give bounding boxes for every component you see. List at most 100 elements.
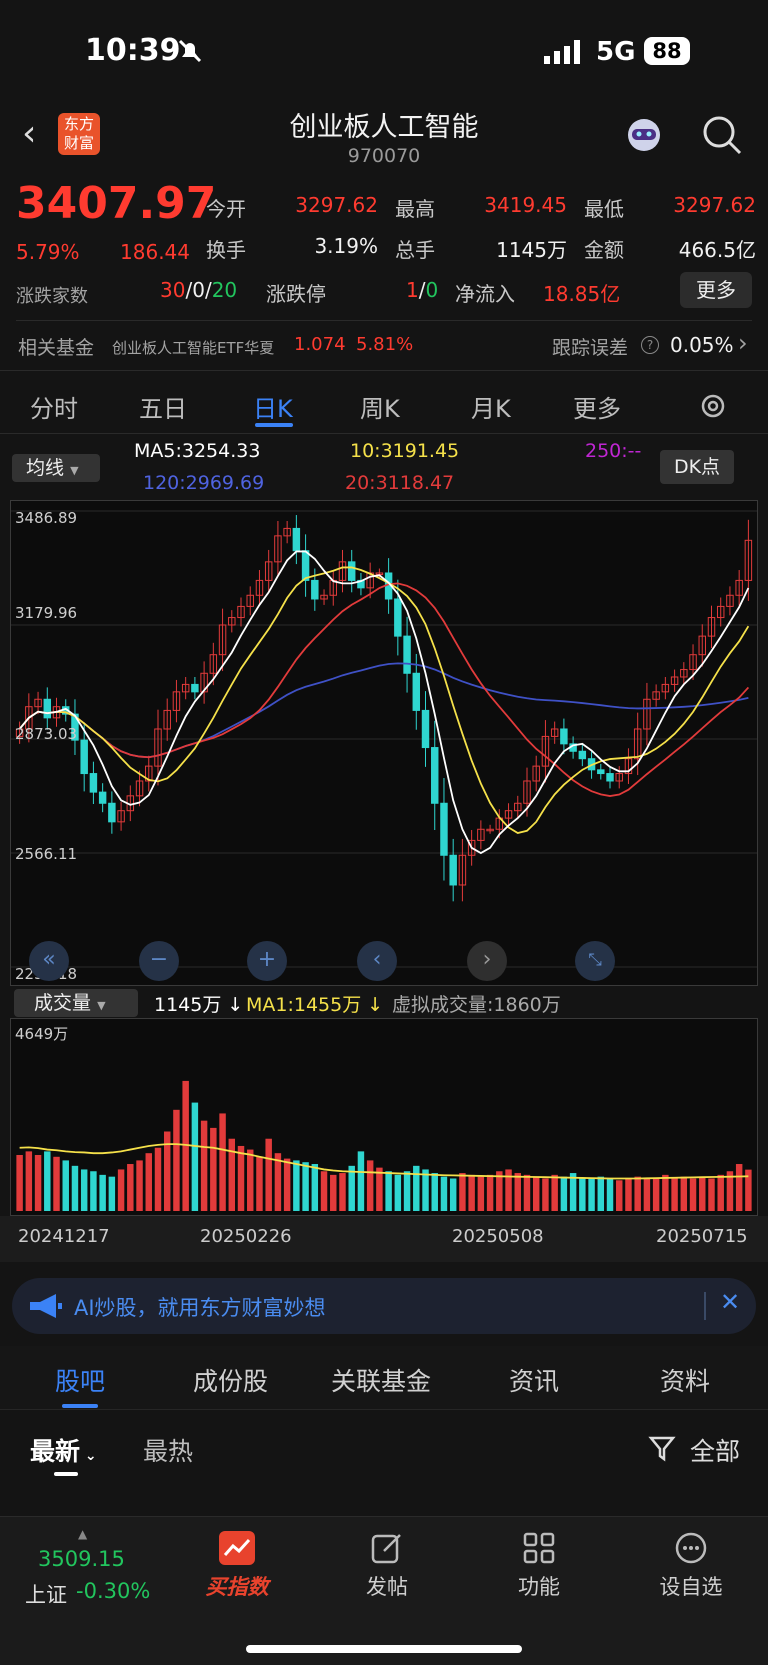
zoom-in-icon[interactable]: + [247, 941, 287, 981]
date-axis: 20241217 20250226 20250508 20250715 [0, 1216, 768, 1262]
rewind-icon[interactable]: « [29, 941, 69, 981]
volume-bar [283, 1158, 291, 1211]
candle-body [108, 802, 116, 823]
sort-latest[interactable]: 最新 ⌄ [30, 1432, 97, 1468]
zoom-out-icon[interactable]: − [139, 941, 179, 981]
filter-all[interactable]: 全部 [690, 1432, 740, 1468]
candle-body [440, 802, 448, 856]
volume-chart[interactable]: 4649万 [10, 1018, 758, 1216]
close-icon[interactable]: ✕ [720, 1288, 740, 1316]
index-ticker[interactable]: ▲ 3509.15 上证 -0.30% [18, 1527, 168, 1617]
search-icon[interactable] [700, 113, 744, 157]
volume-bar [219, 1113, 226, 1211]
volume-bar [569, 1173, 577, 1211]
help-icon[interactable]: ? [641, 336, 659, 354]
tracking-label: 跟踪误差 [552, 337, 629, 359]
fund-name[interactable]: 创业板人工智能ETF华夏 [112, 337, 274, 358]
tab-more[interactable]: 更多 [573, 389, 621, 424]
volume-bar [579, 1178, 586, 1211]
tab-intraday[interactable]: 分时 [30, 389, 78, 424]
volume-bar [357, 1151, 365, 1211]
netflow-value: 18.85亿 [543, 282, 621, 306]
filter-icon[interactable] [648, 1434, 676, 1462]
tab-news[interactable]: 资讯 [509, 1362, 559, 1398]
chevron-right-icon[interactable]: › [738, 329, 748, 357]
date-label: 20250508 [452, 1226, 544, 1247]
robot-assistant-icon[interactable] [622, 113, 666, 157]
nav-add-watchlist[interactable]: 设自选 [636, 1531, 746, 1601]
volume-bar [265, 1138, 272, 1211]
ma-legend: 均线 ▼ MA5:3254.33 10:3191.45 250:-- 120:2… [0, 434, 768, 500]
dk-button[interactable]: DK点 [660, 450, 734, 484]
scroll-right-icon[interactable]: › [467, 941, 507, 981]
volume-bar [366, 1160, 374, 1211]
scroll-left-icon[interactable]: ‹ [357, 941, 397, 981]
volume-bar [551, 1174, 558, 1211]
volume-bar [44, 1151, 51, 1211]
status-time: 10:39 [85, 33, 181, 68]
tab-daily-k[interactable]: 日K [253, 389, 293, 424]
candle-body [89, 773, 98, 793]
nav-functions[interactable]: 功能 [484, 1531, 594, 1601]
kline-svg [11, 510, 757, 968]
kline-chart[interactable]: 3486.89 3179.96 2873.03 2566.11 2259.18 … [10, 500, 758, 986]
tab-weekly-k[interactable]: 周K [360, 389, 400, 424]
price-axis-label: 3486.89 [15, 509, 78, 527]
volume-bar [62, 1160, 69, 1211]
volume-label: 总手 [395, 238, 435, 262]
volume-bar [311, 1164, 319, 1211]
ai-banner[interactable]: AI炒股，就用东方财富妙想 ✕ [12, 1278, 756, 1334]
fullscreen-icon[interactable]: ⤡ [575, 941, 615, 981]
fund-price: 1.074 [294, 334, 346, 355]
quote-panel: 3407.97 5.79% 186.44 今开 3297.62 最高 3419.… [0, 176, 768, 376]
volume-bar [80, 1169, 88, 1211]
volume-bar [431, 1173, 438, 1211]
volume-bar [606, 1178, 614, 1211]
ma5-line [18, 550, 750, 855]
ma20-value: 20:3118.47 [345, 472, 455, 494]
date-label: 20241217 [18, 1226, 110, 1247]
more-button[interactable]: 更多 [680, 272, 752, 308]
ma-selector[interactable]: 均线 ▼ [12, 454, 100, 482]
candle-body [431, 747, 439, 804]
volume-bar [330, 1174, 337, 1211]
sort-hot[interactable]: 最热 [143, 1432, 193, 1468]
price-axis-label: 2566.11 [15, 845, 78, 863]
volume-bar [320, 1171, 328, 1211]
candle-body [394, 598, 402, 637]
volume-bar [247, 1149, 254, 1211]
volume-ma1: MA1:1455万 ↓ [246, 994, 384, 1016]
change-value: 186.44 [120, 240, 190, 264]
nav-post[interactable]: 发帖 [332, 1531, 442, 1601]
volume-bar [302, 1162, 309, 1211]
tab-constituents[interactable]: 成份股 [193, 1362, 268, 1398]
low-label: 最低 [584, 197, 624, 221]
home-indicator [246, 1645, 522, 1653]
ma5-value: MA5:3254.33 [134, 440, 261, 462]
ma120-line [18, 662, 749, 759]
volume-bar [680, 1176, 688, 1211]
volume-bar [34, 1154, 42, 1211]
index-change: -0.30% [76, 1579, 151, 1603]
candle-body [98, 791, 107, 804]
volume-bar [99, 1174, 106, 1211]
tab-5day[interactable]: 五日 [139, 389, 187, 424]
gear-icon[interactable] [698, 391, 728, 421]
tab-related-funds[interactable]: 关联基金 [331, 1362, 431, 1398]
tab-info[interactable]: 资料 [660, 1362, 710, 1398]
volume-bar [662, 1174, 669, 1211]
more-dots-icon [675, 1532, 707, 1564]
volume-svg [16, 1080, 752, 1211]
tab-monthly-k[interactable]: 月K [471, 389, 511, 424]
price-axis-label: 3179.96 [15, 604, 78, 622]
candle-body [191, 683, 199, 693]
tab-guba[interactable]: 股吧 [55, 1362, 105, 1398]
volume-bar [616, 1180, 623, 1211]
open-value: 3297.62 [295, 193, 378, 217]
fund-change: 5.81% [356, 334, 414, 355]
nav-buy-index[interactable]: 买指数 [182, 1531, 292, 1601]
volume-bar [532, 1176, 540, 1211]
volume-selector[interactable]: 成交量 ▼ [14, 989, 138, 1017]
volume-bar [689, 1178, 697, 1211]
volume-bar [90, 1171, 97, 1211]
